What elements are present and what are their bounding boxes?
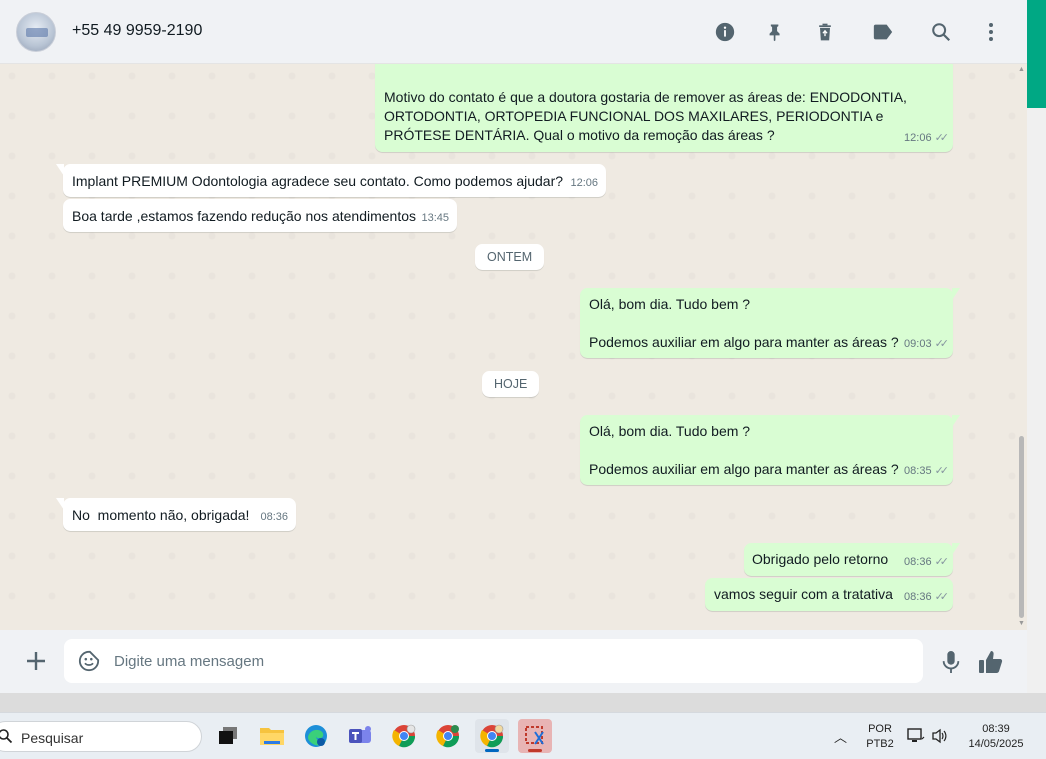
search-icon[interactable]: [929, 20, 953, 44]
message-time: 12:06: [904, 132, 932, 144]
clock-time: 08:39: [982, 723, 1010, 735]
active-indicator: [485, 749, 499, 752]
message-bubble[interactable]: Implant PREMIUM Odontologia agradece seu…: [56, 164, 606, 197]
message-meta: 12:06: [570, 174, 598, 193]
message-composer: [64, 639, 923, 683]
snipping-tool-icon[interactable]: [518, 719, 552, 753]
chrome-profile-icon[interactable]: [387, 719, 421, 753]
contact-name[interactable]: +55 49 9959-2190: [72, 22, 202, 40]
delete-icon[interactable]: [813, 20, 837, 44]
label-icon[interactable]: [871, 20, 895, 44]
message-bubble[interactable]: Boa tarde ,estamos fazendo redução nos a…: [63, 199, 457, 232]
message-list[interactable]: Motivo do contato é que a doutora gostar…: [0, 64, 1027, 630]
chat-scrollbar[interactable]: ▲ ▼: [1016, 64, 1027, 630]
bubble-tail: [952, 543, 960, 555]
language-bottom: PTB2: [866, 738, 894, 750]
scroll-down-icon[interactable]: ▼: [1018, 620, 1025, 627]
chrome-profile-icon[interactable]: [475, 719, 509, 753]
system-clock[interactable]: 08:39 14/05/2025: [960, 722, 1032, 752]
read-ticks-icon: ✓✓: [934, 465, 950, 477]
more-vert-icon[interactable]: [979, 20, 1003, 44]
message-time: 09:03: [904, 338, 932, 350]
accent-strip: [1027, 0, 1046, 108]
message-text: Obrigado pelo retorno: [752, 551, 889, 567]
read-ticks-icon: ✓✓: [934, 132, 950, 144]
read-ticks-icon: ✓✓: [934, 338, 950, 350]
scroll-up-icon[interactable]: ▲: [1018, 66, 1025, 73]
message-time: 12:06: [570, 177, 598, 189]
language-indicator[interactable]: POR PTB2: [864, 722, 896, 752]
message-bubble[interactable]: Obrigado pelo retorno 08:36 ✓✓: [744, 543, 960, 576]
search-label: Pesquisar: [21, 730, 84, 746]
bubble-tail: [56, 164, 64, 176]
message-bubble[interactable]: Olá, bom dia. Tudo bem ? Podemos auxilia…: [580, 415, 960, 485]
info-icon[interactable]: [713, 20, 737, 44]
message-meta: 08:36: [260, 508, 288, 527]
message-meta: 09:03 ✓✓: [904, 335, 950, 354]
message-bubble[interactable]: vamos seguir com a tratativa 08:36 ✓✓: [705, 578, 953, 611]
chrome-profile-icon[interactable]: [431, 719, 465, 753]
message-meta: 13:45: [421, 209, 449, 228]
message-bubble[interactable]: No momento não, obrigada! 08:36: [56, 498, 296, 531]
message-text: Boa tarde ,estamos fazendo redução nos a…: [72, 208, 416, 224]
composer-bar: [0, 630, 1027, 693]
message-bubble[interactable]: Motivo do contato é que a doutora gostar…: [375, 64, 953, 152]
message-time: 08:35: [904, 465, 932, 477]
date-separator: ONTEM: [475, 244, 545, 270]
bubble-tail: [56, 498, 64, 510]
message-text: vamos seguir com a tratativa: [714, 586, 893, 602]
window-edge: [1027, 0, 1046, 693]
scroll-thumb[interactable]: [1019, 436, 1024, 618]
date-separator: HOJE: [482, 371, 540, 397]
message-text: Implant PREMIUM Odontologia agradece seu…: [72, 173, 564, 189]
message-time: 08:36: [904, 556, 932, 568]
microphone-icon[interactable]: [940, 649, 964, 675]
file-explorer-icon[interactable]: [255, 719, 289, 753]
search-icon: [0, 729, 13, 744]
teams-icon[interactable]: [343, 719, 377, 753]
message-meta: 08:36 ✓✓: [904, 553, 950, 572]
task-view-icon[interactable]: [211, 719, 245, 753]
chevron-up-icon[interactable]: ︿: [834, 727, 847, 746]
attach-plus-icon[interactable]: [24, 649, 48, 673]
chat-header: +55 49 9959-2190: [0, 0, 1027, 64]
read-ticks-icon: ✓✓: [934, 556, 950, 568]
message-text: Olá, bom dia. Tudo bem ? Podemos auxilia…: [589, 296, 899, 350]
message-bubble[interactable]: Olá, bom dia. Tudo bem ? Podemos auxilia…: [580, 288, 960, 358]
pin-icon[interactable]: [763, 20, 787, 44]
message-text: Motivo do contato é que a doutora gostar…: [384, 89, 911, 143]
message-time: 08:36: [904, 591, 932, 603]
message-meta: 08:35 ✓✓: [904, 462, 950, 481]
read-ticks-icon: ✓✓: [934, 591, 950, 603]
windows-taskbar: Pesquisar ︿ POR PTB2 08:39 14/05/2025: [0, 712, 1046, 759]
taskbar-search[interactable]: Pesquisar: [0, 721, 202, 752]
clock-date: 14/05/2025: [968, 738, 1024, 750]
bubble-tail: [952, 415, 960, 427]
volume-icon[interactable]: [931, 727, 949, 750]
message-text: Olá, bom dia. Tudo bem ? Podemos auxilia…: [589, 423, 899, 477]
message-meta: 08:36 ✓✓: [904, 588, 950, 607]
sticker-emoji-icon[interactable]: [78, 650, 100, 672]
network-icon[interactable]: [907, 727, 925, 750]
language-top: POR: [868, 723, 892, 735]
message-input[interactable]: [114, 639, 914, 683]
whatsapp-window: +55 49 9959-2190 Motivo do contato é que…: [0, 0, 1027, 693]
active-indicator: [528, 749, 542, 752]
message-meta: 12:06 ✓✓: [904, 129, 950, 148]
bubble-tail: [952, 288, 960, 300]
message-time: 13:45: [421, 212, 449, 224]
edge-browser-icon[interactable]: [299, 719, 333, 753]
message-time: 08:36: [260, 511, 288, 523]
message-text: No momento não, obrigada!: [72, 507, 250, 523]
contact-avatar[interactable]: [16, 12, 56, 52]
thumbs-up-icon[interactable]: [978, 649, 1004, 675]
